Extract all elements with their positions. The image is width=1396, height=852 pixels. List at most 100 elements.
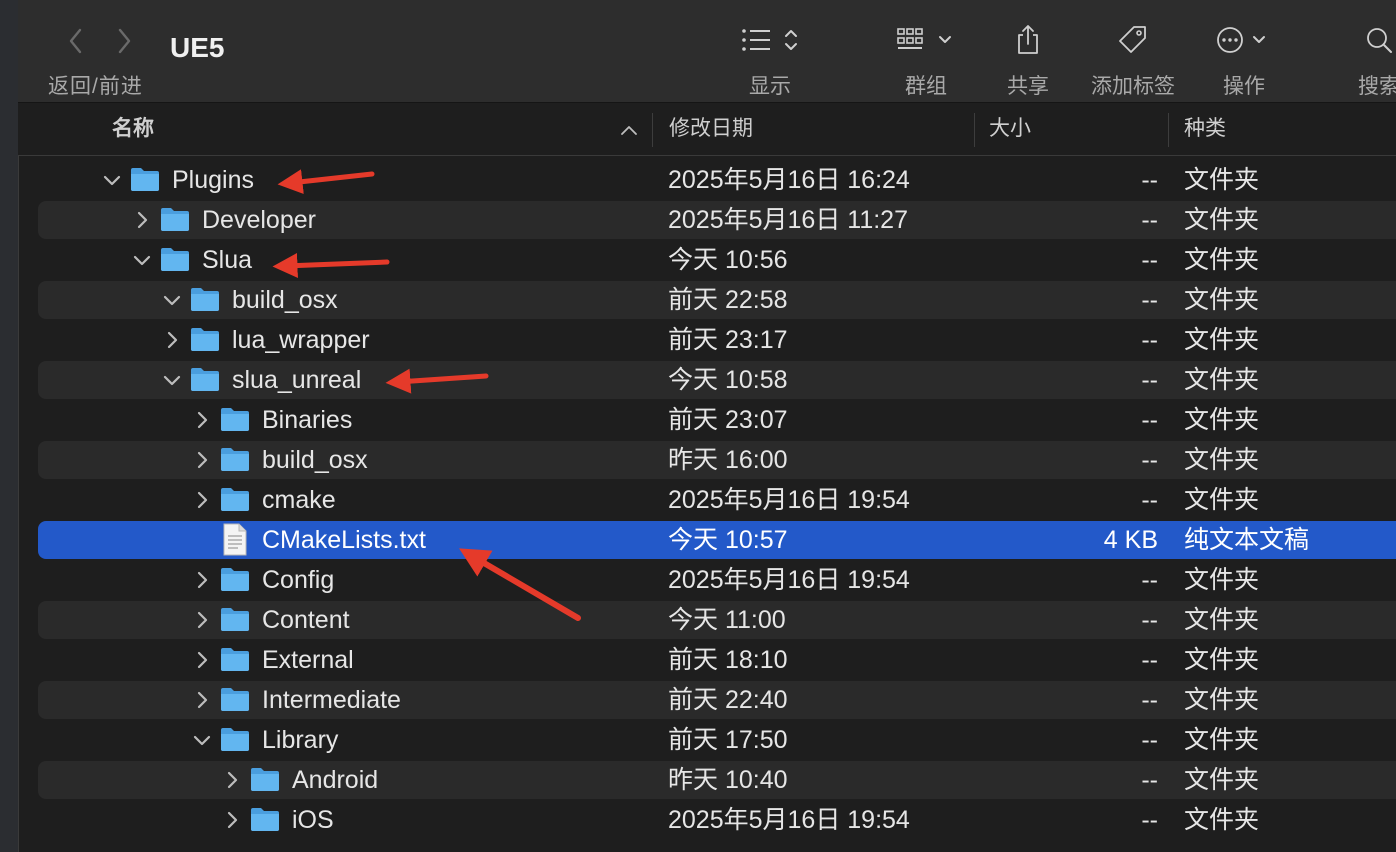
forward-button[interactable] <box>106 22 142 58</box>
file-row[interactable]: CMakeLists.txt 今天 10:57 4 KB 纯文本文稿 <box>38 521 1396 559</box>
item-name: Developer <box>202 206 316 234</box>
column-kind-header[interactable]: 种类 <box>1184 103 1226 155</box>
item-modified-date: 今天 10:57 <box>668 526 788 554</box>
disclosure-chevron-right-icon[interactable] <box>222 810 242 830</box>
back-button[interactable] <box>58 22 94 58</box>
folder-row[interactable]: Android 昨天 10:40 -- 文件夹 <box>38 761 1396 799</box>
text-document-icon <box>223 523 247 556</box>
folder-icon <box>221 688 249 711</box>
item-name: CMakeLists.txt <box>262 526 426 554</box>
disclosure-chevron-down-icon[interactable] <box>192 730 212 750</box>
toolbar: 返回/前进 UE5 显示 群组 共享 添加标签 操作 搜索 <box>18 0 1396 103</box>
disclosure-chevron-down-icon[interactable] <box>132 250 152 270</box>
item-name: slua_unreal <box>232 366 362 394</box>
item-kind: 文件夹 <box>1184 726 1260 754</box>
folder-row[interactable]: Slua 今天 10:56 -- 文件夹 <box>38 241 1396 279</box>
item-size: -- <box>1141 326 1158 354</box>
folder-row[interactable]: Content 今天 11:00 -- 文件夹 <box>38 601 1396 639</box>
item-kind: 文件夹 <box>1184 446 1260 474</box>
item-kind: 文件夹 <box>1184 366 1260 394</box>
add-tag-button[interactable]: 添加标签 <box>1088 20 1178 100</box>
folder-icon <box>221 568 249 591</box>
chevron-right-icon <box>118 28 131 54</box>
folder-row[interactable]: slua_unreal 今天 10:58 -- 文件夹 <box>38 361 1396 399</box>
nav-label: 返回/前进 <box>48 75 143 98</box>
disclosure-chevron-right-icon[interactable] <box>132 210 152 230</box>
item-name: Binaries <box>262 406 353 434</box>
folder-icon <box>191 288 219 311</box>
folder-row[interactable]: Config 2025年5月16日 19:54 -- 文件夹 <box>38 561 1396 599</box>
group-button[interactable]: 群组 <box>886 20 966 100</box>
item-kind: 文件夹 <box>1184 766 1260 794</box>
disclosure-chevron-right-icon[interactable] <box>192 490 212 510</box>
folder-row[interactable]: Plugins 2025年5月16日 16:24 -- 文件夹 <box>38 161 1396 199</box>
disclosure-chevron-down-icon[interactable] <box>162 370 182 390</box>
folder-row[interactable]: Intermediate 前天 22:40 -- 文件夹 <box>38 681 1396 719</box>
item-kind: 文件夹 <box>1184 326 1260 354</box>
disclosure-chevron-right-icon[interactable] <box>192 610 212 630</box>
item-modified-date: 前天 22:40 <box>668 686 788 714</box>
item-kind: 文件夹 <box>1184 286 1260 314</box>
disclosure-chevron-down-icon[interactable] <box>162 290 182 310</box>
window-edge <box>0 0 19 852</box>
item-kind: 纯文本文稿 <box>1184 526 1310 554</box>
folder-icon <box>191 368 219 391</box>
folder-icon <box>221 608 249 631</box>
folder-row[interactable]: build_osx 前天 22:58 -- 文件夹 <box>38 281 1396 319</box>
item-name: Config <box>262 566 335 594</box>
folder-icon <box>221 408 249 431</box>
item-modified-date: 前天 23:17 <box>668 326 788 354</box>
folder-row[interactable]: Developer 2025年5月16日 11:27 -- 文件夹 <box>38 201 1396 239</box>
item-size: -- <box>1141 486 1158 514</box>
item-kind: 文件夹 <box>1184 246 1260 274</box>
column-modified-header[interactable]: 修改日期 <box>669 103 753 155</box>
search-button[interactable]: 搜索 <box>1354 20 1396 100</box>
item-modified-date: 前天 22:58 <box>668 286 788 314</box>
item-name: Intermediate <box>262 686 401 714</box>
column-divider[interactable] <box>1168 113 1169 147</box>
item-size: -- <box>1141 766 1158 794</box>
folder-icon <box>221 488 249 511</box>
item-size: -- <box>1141 206 1158 234</box>
view-button[interactable]: 显示 <box>730 20 810 100</box>
share-button[interactable]: 共享 <box>998 20 1058 100</box>
sort-ascending-icon[interactable] <box>620 124 638 136</box>
disclosure-chevron-right-icon[interactable] <box>192 410 212 430</box>
folder-icon <box>221 728 249 751</box>
item-modified-date: 2025年5月16日 11:27 <box>668 206 908 234</box>
item-size: -- <box>1141 566 1158 594</box>
item-modified-date: 昨天 10:40 <box>668 766 788 794</box>
column-divider[interactable] <box>974 113 975 147</box>
disclosure-chevron-down-icon[interactable] <box>102 170 122 190</box>
disclosure-chevron-right-icon[interactable] <box>192 570 212 590</box>
search-label: 搜索 <box>1358 75 1396 98</box>
folder-icon <box>251 808 279 831</box>
action-button[interactable]: 操作 <box>1208 20 1280 100</box>
column-size-header[interactable]: 大小 <box>989 103 1031 155</box>
folder-row[interactable]: iOS 2025年5月16日 19:54 -- 文件夹 <box>38 801 1396 839</box>
folder-row[interactable]: build_osx 昨天 16:00 -- 文件夹 <box>38 441 1396 479</box>
item-name: build_osx <box>262 446 368 474</box>
item-size: -- <box>1141 606 1158 634</box>
column-name-header[interactable]: 名称 <box>112 103 154 155</box>
item-size: -- <box>1141 406 1158 434</box>
folder-icon <box>191 328 219 351</box>
disclosure-chevron-right-icon[interactable] <box>222 770 242 790</box>
folder-row[interactable]: Library 前天 17:50 -- 文件夹 <box>38 721 1396 759</box>
disclosure-chevron-right-icon[interactable] <box>192 450 212 470</box>
disclosure-chevron-right-icon[interactable] <box>162 330 182 350</box>
disclosure-chevron-right-icon[interactable] <box>192 650 212 670</box>
item-size: -- <box>1141 806 1158 834</box>
folder-row[interactable]: Binaries 前天 23:07 -- 文件夹 <box>38 401 1396 439</box>
item-name: Slua <box>202 246 253 274</box>
folder-row[interactable]: cmake 2025年5月16日 19:54 -- 文件夹 <box>38 481 1396 519</box>
item-name: External <box>262 646 354 674</box>
group-grid-icon <box>897 28 951 49</box>
folder-row[interactable]: lua_wrapper 前天 23:17 -- 文件夹 <box>38 321 1396 359</box>
folder-icon <box>251 768 279 791</box>
column-divider[interactable] <box>652 113 653 147</box>
folder-row[interactable]: External 前天 18:10 -- 文件夹 <box>38 641 1396 679</box>
disclosure-chevron-right-icon[interactable] <box>192 690 212 710</box>
item-size: -- <box>1141 446 1158 474</box>
item-modified-date: 前天 23:07 <box>668 406 788 434</box>
